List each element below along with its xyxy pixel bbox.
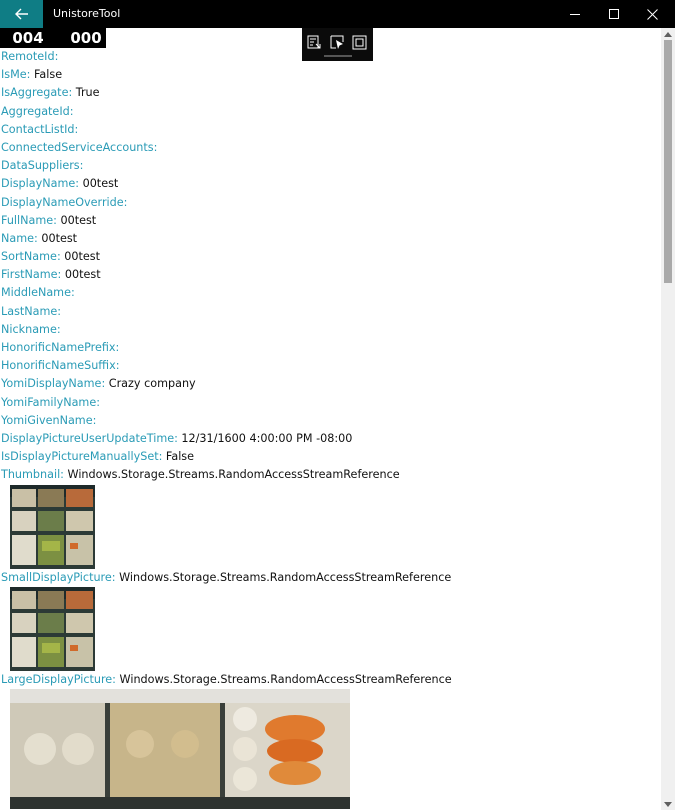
chevron-up-icon	[664, 31, 672, 37]
scroll-up-button[interactable]	[661, 28, 675, 40]
frame-time-counter: 000	[66, 28, 106, 48]
property-value: Crazy company	[105, 377, 196, 391]
back-arrow-icon	[14, 8, 28, 20]
property-name: Thumbnail:	[1, 468, 64, 482]
back-button[interactable]	[0, 0, 43, 28]
property-value: Windows.Storage.Streams.RandomAccessStre…	[115, 672, 452, 686]
property-row: SmallDisplayPicture: Windows.Storage.Str…	[0, 569, 660, 587]
property-row: LastName:	[0, 303, 660, 321]
property-row: LargeDisplayPicture: Windows.Storage.Str…	[0, 671, 660, 689]
property-row: IsDisplayPictureManuallySet: False	[0, 448, 660, 466]
close-icon	[646, 8, 658, 20]
property-row: RemoteId:	[0, 48, 660, 66]
property-row: Nickname:	[0, 321, 660, 339]
property-name: ContactListId:	[1, 122, 79, 136]
property-value: True	[72, 86, 100, 100]
property-row: MiddleName:	[0, 284, 660, 302]
property-row: HonorificNamePrefix:	[0, 339, 660, 357]
scroll-down-button[interactable]	[661, 798, 675, 810]
property-row: YomiDisplayName: Crazy company	[0, 375, 660, 393]
large-display-picture-image	[10, 688, 350, 809]
property-value: 00test	[61, 268, 101, 282]
property-row: FullName: 00test	[0, 212, 660, 230]
property-name: YomiFamilyName:	[1, 395, 100, 409]
scrollbar-thumb[interactable]	[664, 40, 672, 283]
maximize-icon	[609, 9, 619, 19]
property-row: HonorificNameSuffix:	[0, 357, 660, 375]
property-row: AggregateId:	[0, 103, 660, 121]
property-row: IsMe: False	[0, 66, 660, 84]
counter-gap	[56, 28, 66, 48]
property-name: FullName:	[1, 213, 57, 227]
property-name: LargeDisplayPicture:	[1, 672, 116, 686]
property-row: Name: 00test	[0, 230, 660, 248]
property-name: Nickname:	[1, 322, 61, 336]
property-value: False	[162, 450, 195, 464]
app-title: UnistoreTool	[53, 7, 121, 20]
close-button[interactable]	[629, 0, 675, 28]
property-name: IsDisplayPictureManuallySet:	[1, 450, 163, 464]
app-window: UnistoreTool 004 000 RemoteId: IsMe: Fal…	[0, 0, 675, 810]
property-name: RemoteId:	[1, 50, 59, 63]
small-display-picture-image	[10, 586, 95, 671]
property-name: FirstName:	[1, 268, 62, 282]
property-row: SortName: 00test	[0, 248, 660, 266]
property-name: ConnectedServiceAccounts:	[1, 140, 158, 154]
property-name: DisplayPictureUserUpdateTime:	[1, 431, 178, 445]
property-name: LastName:	[1, 304, 62, 318]
property-name: HonorificNameSuffix:	[1, 359, 120, 373]
property-row: ContactListId:	[0, 121, 660, 139]
thumbnail-image	[10, 484, 95, 569]
property-row: YomiFamilyName:	[0, 394, 660, 412]
title-bar: UnistoreTool	[0, 0, 675, 28]
property-value: 00test	[79, 177, 119, 191]
property-row: YomiGivenName:	[0, 412, 660, 430]
property-name: YomiGivenName:	[1, 413, 97, 427]
property-row: Thumbnail: Windows.Storage.Streams.Rando…	[0, 466, 660, 484]
property-name: SortName:	[1, 250, 61, 264]
property-name: HonorificNamePrefix:	[1, 341, 120, 354]
property-row: FirstName: 00test	[0, 266, 660, 284]
property-name: DataSuppliers:	[1, 159, 84, 173]
property-value: 12/31/1600 4:00:00 PM -08:00	[177, 431, 353, 445]
vertical-scrollbar[interactable]	[661, 28, 675, 810]
property-value: 00test	[37, 231, 78, 245]
property-value: Windows.Storage.Streams.RandomAccessStre…	[115, 570, 452, 584]
minimize-icon	[570, 14, 580, 15]
frame-rate-counter: 004	[0, 28, 56, 48]
property-row: IsAggregate: True	[0, 84, 660, 102]
property-value: False	[30, 68, 63, 82]
property-row: DisplayName: 00test	[0, 175, 660, 193]
property-name: IsMe:	[1, 68, 31, 82]
property-name: DisplayNameOverride:	[1, 195, 128, 209]
property-row: ConnectedServiceAccounts:	[0, 139, 660, 157]
contact-properties-list: RemoteId: IsMe: False IsAggregate: True Agg…	[0, 48, 660, 809]
property-name: Name:	[1, 231, 38, 245]
property-name: YomiDisplayName:	[1, 377, 106, 391]
property-name: MiddleName:	[1, 286, 75, 300]
chevron-down-icon	[664, 801, 672, 807]
property-row: DataSuppliers:	[0, 157, 660, 175]
property-value: 00test	[60, 250, 100, 264]
property-name: AggregateId:	[1, 104, 74, 118]
property-name: IsAggregate:	[1, 86, 73, 100]
property-name: DisplayName:	[1, 177, 80, 191]
property-row: DisplayPictureUserUpdateTime: 12/31/1600…	[0, 430, 660, 448]
property-value: Windows.Storage.Streams.RandomAccessStre…	[63, 468, 400, 482]
property-row: DisplayNameOverride:	[0, 194, 660, 212]
property-name: SmallDisplayPicture:	[1, 570, 116, 584]
property-value: 00test	[56, 213, 97, 227]
